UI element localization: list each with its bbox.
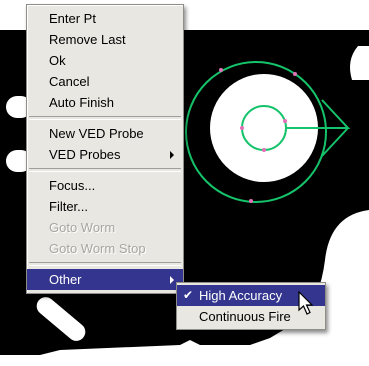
marker-point bbox=[293, 72, 297, 76]
menu-item-cancel[interactable]: Cancel bbox=[27, 71, 183, 92]
marker-point bbox=[219, 68, 223, 72]
marker-point bbox=[283, 119, 287, 123]
menu-item-label: VED Probes bbox=[49, 147, 121, 162]
marker-point bbox=[249, 199, 253, 203]
mouse-pointer-icon bbox=[298, 291, 314, 315]
menu-item-focus[interactable]: Focus... bbox=[27, 175, 183, 196]
menu-item-goto-worm: Goto Worm bbox=[49, 220, 116, 235]
submenu-item-label: High Accuracy bbox=[199, 288, 283, 303]
context-menu: Enter Pt Remove Last Ok Cancel Auto Fini… bbox=[26, 4, 184, 294]
menu-item-filter[interactable]: Filter... bbox=[27, 196, 183, 217]
menu-item-ok[interactable]: Ok bbox=[27, 50, 183, 71]
menu-item-new-ved-probe[interactable]: New VED Probe bbox=[27, 123, 183, 144]
menu-separator bbox=[29, 262, 181, 266]
menu-separator bbox=[29, 168, 181, 172]
menu-item-goto-worm-stop: Goto Worm Stop bbox=[49, 241, 146, 256]
menu-item-label: Other bbox=[49, 272, 82, 287]
submenu-arrow-icon bbox=[170, 151, 174, 159]
marker-point bbox=[240, 126, 244, 130]
marker-point bbox=[262, 148, 266, 152]
menu-item-ved-probes[interactable]: VED Probes bbox=[27, 144, 183, 165]
menu-item-auto-finish[interactable]: Auto Finish bbox=[27, 92, 183, 113]
menu-item-enter-pt[interactable]: Enter Pt bbox=[27, 8, 183, 29]
menu-item-other[interactable]: Other bbox=[27, 269, 183, 290]
checkmark-icon: ✔ bbox=[183, 288, 194, 302]
menu-item-remove-last[interactable]: Remove Last bbox=[27, 29, 183, 50]
menu-separator bbox=[29, 116, 181, 120]
submenu-item-label: Continuous Fire bbox=[199, 309, 291, 324]
submenu-arrow-icon bbox=[170, 276, 174, 284]
